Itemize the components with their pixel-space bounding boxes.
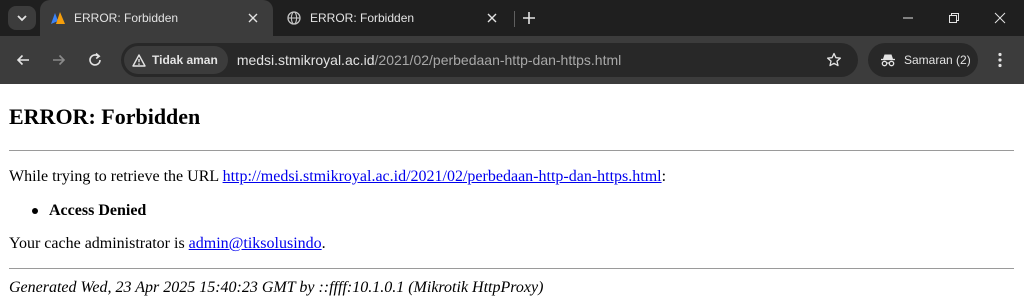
tab-title: ERROR: Forbidden [74, 11, 179, 25]
admin-email-link[interactable]: admin@tiksolusindo [189, 235, 322, 252]
minimize-icon [903, 17, 913, 19]
tab-separator [514, 11, 515, 27]
admin-line: Your cache administrator is admin@tiksol… [9, 235, 326, 253]
retrieve-line: While trying to retrieve the URL http://… [9, 168, 666, 186]
back-arrow-icon [16, 54, 29, 66]
incognito-icon [881, 54, 895, 67]
admin-prefix: Your cache administrator is [9, 235, 189, 252]
restore-button[interactable] [931, 0, 977, 36]
chevron-down-icon [17, 15, 27, 22]
minimize-button[interactable] [885, 0, 931, 36]
url-text[interactable]: medsi.stmikroyal.ac.id/2021/02/perbedaan… [237, 52, 621, 68]
url-path: /2021/02/perbedaan-http-dan-https.html [374, 52, 622, 68]
address-bar[interactable]: Tidak aman medsi.stmikroyal.ac.id/2021/0… [121, 43, 858, 77]
reload-icon [89, 52, 101, 66]
close-icon[interactable] [243, 8, 263, 28]
forward-button[interactable] [47, 48, 71, 72]
tab-strip: ERROR: Forbidden ERROR: Forbidden [0, 0, 1024, 36]
favicon-icon [50, 10, 66, 26]
star-icon [826, 52, 842, 67]
reload-button[interactable] [83, 48, 107, 72]
security-chip-label: Tidak aman [152, 53, 218, 67]
admin-suffix: . [321, 235, 326, 252]
retrieve-prefix: While trying to retrieve the URL [9, 168, 223, 185]
forward-arrow-icon [53, 54, 66, 66]
page-heading: ERROR: Forbidden [9, 104, 201, 129]
new-tab-button[interactable] [519, 8, 539, 28]
url-host: medsi.stmikroyal.ac.id [236, 52, 375, 68]
browser-toolbar: Tidak aman medsi.stmikroyal.ac.id/2021/0… [0, 36, 1024, 84]
divider [9, 268, 1014, 269]
divider [9, 150, 1014, 151]
tab-search-button[interactable] [8, 6, 36, 30]
incognito-label: Samaran (2) [904, 53, 971, 67]
restore-icon [949, 13, 959, 23]
generated-footer: Generated Wed, 23 Apr 2025 15:40:23 GMT … [9, 279, 544, 296]
page-content: ERROR: Forbidden While trying to retriev… [0, 84, 1024, 302]
tab-inactive[interactable]: ERROR: Forbidden [276, 0, 512, 36]
window-close-icon [994, 12, 1006, 24]
plus-icon [523, 12, 535, 24]
warning-triangle-icon [132, 53, 146, 67]
close-icon[interactable] [482, 8, 502, 28]
incognito-indicator[interactable]: Samaran (2) [868, 43, 978, 77]
retrieve-suffix: : [661, 168, 667, 185]
tab-title: ERROR: Forbidden [310, 11, 415, 25]
retrieve-url-link[interactable]: http://medsi.stmikroyal.ac.id/2021/02/pe… [223, 168, 662, 185]
globe-icon [286, 10, 302, 26]
browser-menu-button[interactable] [990, 48, 1010, 72]
tab-active[interactable]: ERROR: Forbidden [40, 0, 273, 36]
bookmark-star-button[interactable] [824, 50, 844, 70]
window-close-button[interactable] [977, 0, 1023, 36]
security-chip[interactable]: Tidak aman [124, 46, 228, 74]
kebab-menu-icon [998, 52, 1002, 68]
back-button[interactable] [11, 48, 35, 72]
access-denied-item: Access Denied [49, 202, 147, 219]
bullet-dot [32, 208, 38, 214]
